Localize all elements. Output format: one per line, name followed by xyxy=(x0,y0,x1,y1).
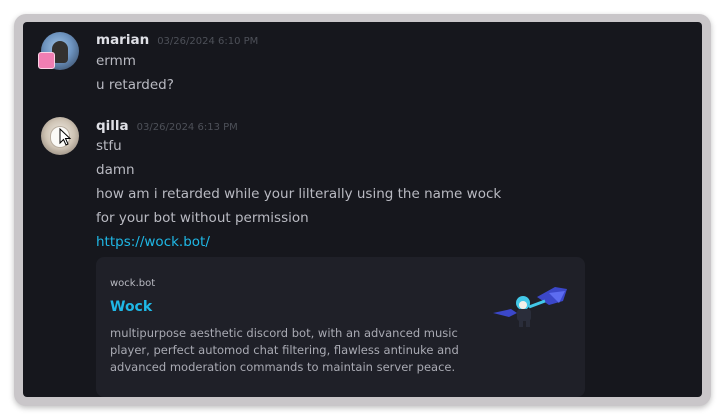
link-embed: wock.bot Wock multipurpose aesthetic dis… xyxy=(96,257,585,397)
message-text: u retarded? xyxy=(96,77,174,93)
message-text: ermm xyxy=(96,53,136,69)
avatar-decoration-badge xyxy=(38,52,55,69)
message-text: for your bot without permission xyxy=(96,210,309,226)
username[interactable]: marian xyxy=(96,32,149,48)
embed-description: multipurpose aesthetic discord bot, with… xyxy=(110,326,459,374)
timestamp: 03/26/2024 6:10 PM xyxy=(157,36,259,47)
message-text: how am i retarded while your lilterally … xyxy=(96,186,502,202)
message-text: stfu xyxy=(96,138,122,154)
timestamp: 03/26/2024 6:13 PM xyxy=(136,122,238,133)
embed-title[interactable]: Wock xyxy=(110,299,152,315)
chat-area: marian 03/26/2024 6:10 PM ermm u retarde… xyxy=(23,22,702,397)
message-header: qilla 03/26/2024 6:13 PM xyxy=(96,118,238,136)
wock-bot-thumbnail[interactable] xyxy=(489,283,569,331)
message-header: marian 03/26/2024 6:10 PM xyxy=(96,32,258,50)
embed-provider[interactable]: wock.bot xyxy=(110,278,155,289)
message-text: damn xyxy=(96,162,135,178)
username[interactable]: qilla xyxy=(96,118,129,134)
message-link[interactable]: https://wock.bot/ xyxy=(96,234,210,250)
mouse-cursor-icon xyxy=(59,128,71,146)
